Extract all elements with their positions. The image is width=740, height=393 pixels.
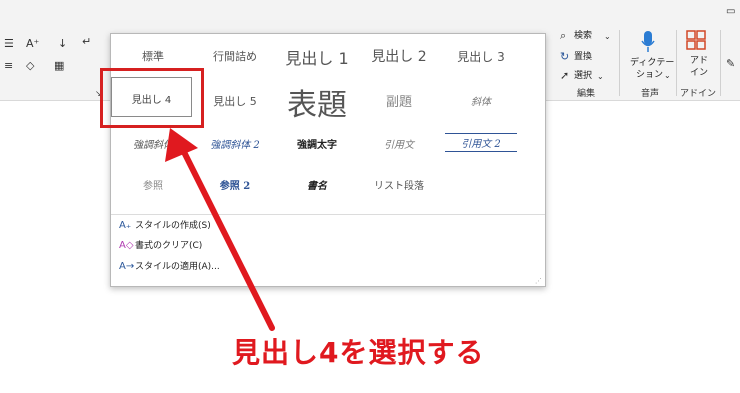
annotation-caption: 見出し4を選択する [232,336,485,369]
